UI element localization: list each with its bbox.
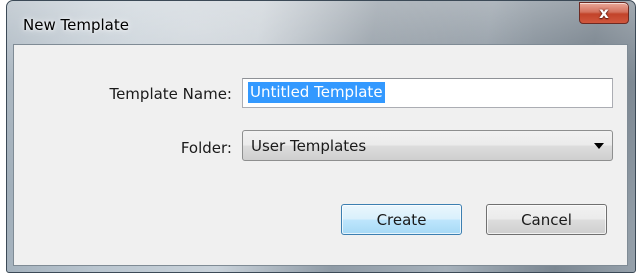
cancel-button-label: Cancel bbox=[521, 210, 572, 229]
window-title: New Template bbox=[23, 16, 129, 34]
new-template-dialog: New Template x Template Name: Untitled T… bbox=[6, 0, 636, 273]
template-name-input[interactable]: Untitled Template bbox=[242, 78, 613, 108]
folder-label: Folder: bbox=[180, 139, 232, 157]
chevron-down-icon bbox=[594, 143, 604, 149]
folder-select[interactable]: User Templates bbox=[242, 130, 613, 161]
template-name-label: Template Name: bbox=[109, 85, 232, 103]
close-icon: x bbox=[599, 3, 609, 22]
dialog-content: Template Name: Untitled Template Folder:… bbox=[13, 44, 628, 266]
close-button[interactable]: x bbox=[579, 2, 629, 24]
create-button-label: Create bbox=[376, 210, 427, 229]
title-bar[interactable]: New Template x bbox=[7, 1, 635, 41]
create-button[interactable]: Create bbox=[341, 204, 462, 235]
folder-selected-value: User Templates bbox=[251, 136, 367, 155]
template-name-value: Untitled Template bbox=[248, 82, 385, 103]
cancel-button[interactable]: Cancel bbox=[486, 204, 607, 235]
